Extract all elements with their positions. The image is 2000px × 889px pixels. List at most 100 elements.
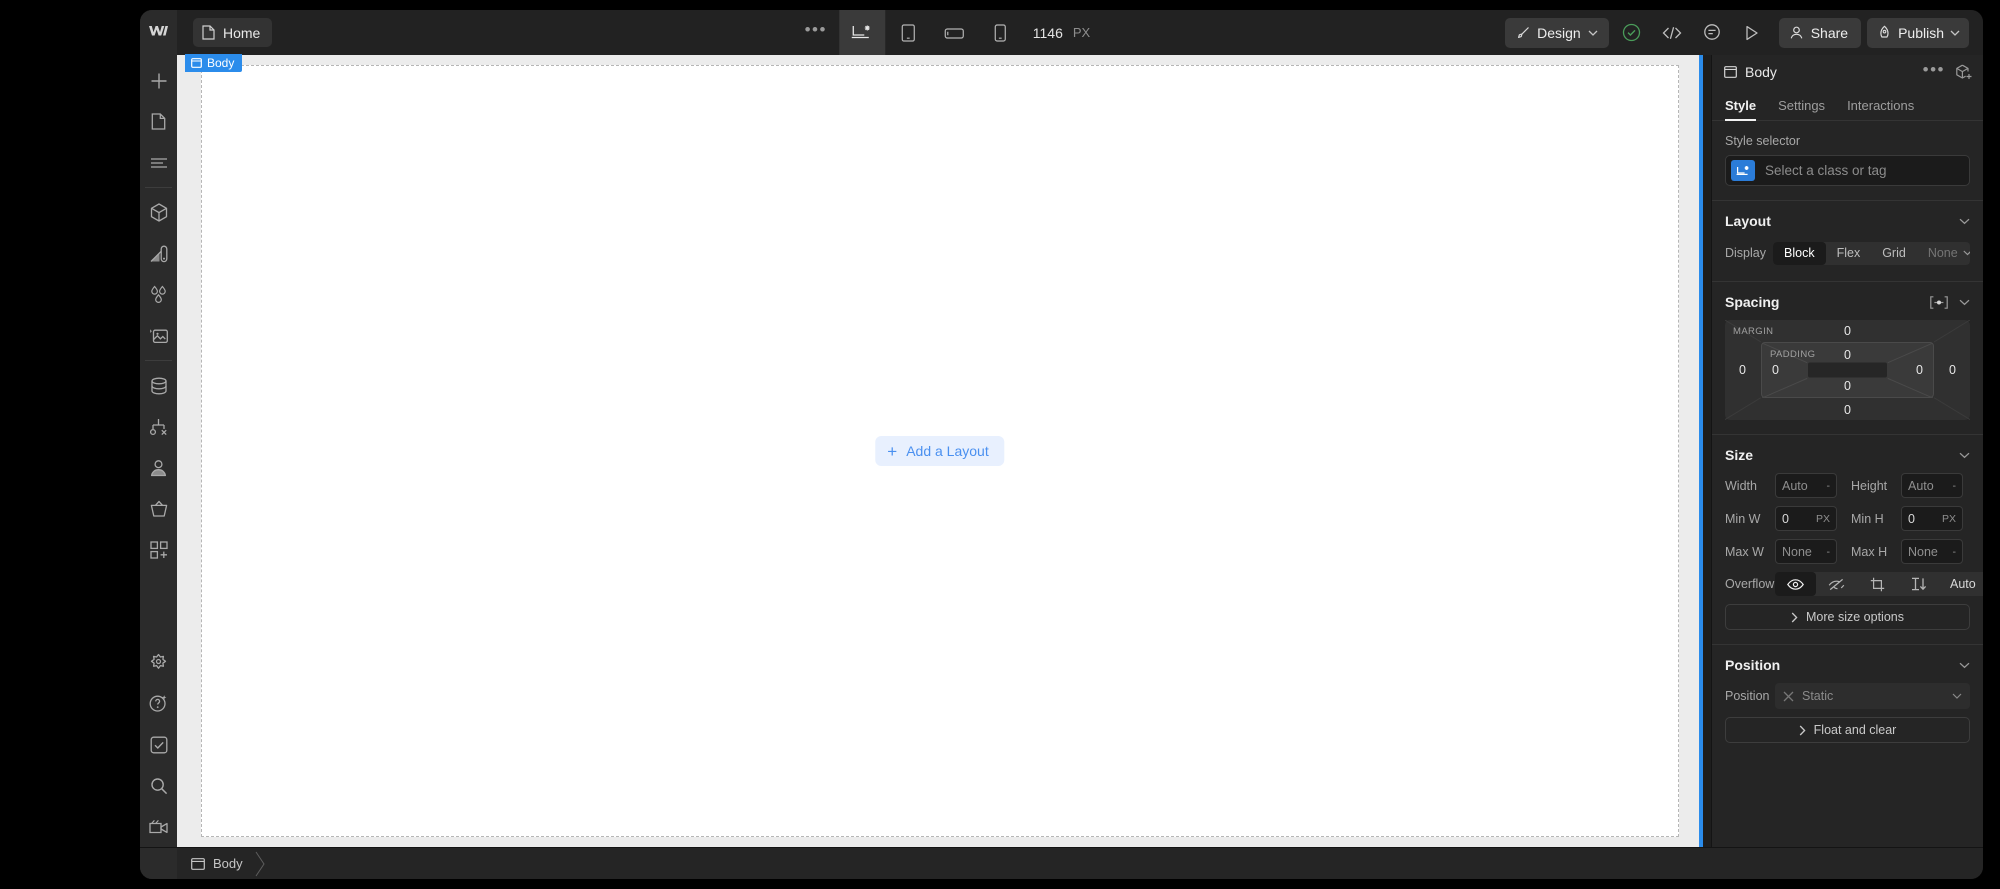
create-component-icon[interactable]: [1955, 64, 1972, 81]
chevron-down-icon[interactable]: [1959, 218, 1970, 225]
padding-widget[interactable]: PADDING 0 0 0 0: [1761, 342, 1934, 399]
rail-divider: [145, 187, 172, 188]
chevron-down-icon[interactable]: [1963, 250, 1970, 256]
top-toolbar: Home ••• 1146 PX Design Share Publish: [140, 10, 1983, 55]
sidebar-item-logic[interactable]: [140, 406, 177, 447]
overflow-auto-option[interactable]: Auto: [1939, 577, 1983, 591]
more-options-button[interactable]: •••: [793, 10, 839, 55]
breakpoint-mobile-landscape[interactable]: [931, 10, 977, 55]
selected-element-label: Body: [207, 56, 235, 70]
style-selector-label: Style selector: [1725, 134, 1801, 148]
spacing-mode-icon[interactable]: [1930, 295, 1948, 309]
chevron-down-icon[interactable]: [1959, 662, 1970, 669]
publish-label: Publish: [1898, 24, 1944, 41]
code-export-icon[interactable]: [1655, 18, 1689, 48]
sidebar-item-add-elements[interactable]: [140, 60, 177, 101]
breadcrumb[interactable]: Body: [177, 848, 276, 880]
chevron-right-icon: [1799, 725, 1806, 736]
sidebar-item-assets[interactable]: [140, 315, 177, 356]
viewport-unit-label: PX: [1072, 25, 1091, 40]
min-width-input[interactable]: 0 PX: [1775, 506, 1837, 531]
current-page-chip[interactable]: Home: [193, 18, 273, 47]
display-segmented-control: Block Flex Grid None: [1773, 241, 1970, 265]
left-toolbar: [140, 55, 177, 847]
comments-icon[interactable]: [1695, 18, 1729, 48]
max-height-input[interactable]: None -: [1901, 539, 1963, 564]
breakpoint-desktop[interactable]: [838, 10, 885, 55]
height-value: Auto: [1908, 478, 1934, 493]
margin-right-value[interactable]: 0: [1949, 363, 1956, 377]
sidebar-item-ai-help[interactable]: [140, 683, 177, 724]
height-input[interactable]: Auto -: [1901, 473, 1963, 498]
sidebar-item-pages[interactable]: [140, 101, 177, 142]
min-height-label: Min H: [1851, 511, 1884, 526]
sidebar-item-settings[interactable]: [140, 642, 177, 683]
canvas-stage[interactable]: Body + Add a Layout: [177, 54, 1703, 847]
scroll-down-icon[interactable]: [1898, 572, 1939, 596]
tab-settings[interactable]: Settings: [1778, 98, 1825, 120]
margin-top-value[interactable]: 0: [1844, 324, 1851, 338]
display-option-none[interactable]: None: [1917, 242, 1963, 265]
breakpoint-tablet[interactable]: [885, 10, 931, 55]
float-and-clear-button[interactable]: Float and clear: [1725, 717, 1970, 743]
spacing-widget[interactable]: MARGIN 0 0 0 0 PADDING 0 0 0 0: [1725, 320, 1970, 420]
eye-icon[interactable]: [1775, 572, 1816, 596]
sidebar-item-apps[interactable]: [140, 529, 177, 570]
publish-button[interactable]: Publish: [1867, 17, 1969, 48]
breakpoint-mobile-portrait[interactable]: [977, 10, 1023, 55]
page-chip-label: Home: [223, 24, 261, 41]
close-x-icon[interactable]: [1783, 691, 1794, 702]
sidebar-item-navigator[interactable]: [140, 142, 177, 183]
max-height-unit: -: [1952, 545, 1957, 558]
eye-off-icon[interactable]: [1816, 572, 1857, 596]
padding-top-value[interactable]: 0: [1844, 348, 1851, 362]
crop-scroll-icon[interactable]: [1857, 572, 1898, 596]
panel-more-button[interactable]: •••: [1923, 61, 1945, 84]
padding-bottom-value[interactable]: 0: [1844, 379, 1851, 393]
margin-left-value[interactable]: 0: [1739, 363, 1746, 377]
more-size-options-button[interactable]: More size options: [1725, 604, 1970, 630]
sidebar-item-variables[interactable]: [140, 274, 177, 315]
style-selector-input[interactable]: Select a class or tag: [1725, 155, 1970, 186]
preview-play-icon[interactable]: [1735, 18, 1769, 48]
max-width-input[interactable]: None -: [1775, 539, 1837, 564]
min-width-unit: PX: [1815, 512, 1830, 525]
selected-element-badge[interactable]: Body: [185, 54, 243, 72]
margin-bottom-value[interactable]: 0: [1844, 403, 1851, 417]
min-size-row: Min W 0 PX Min H 0 PX: [1725, 506, 1970, 531]
width-input[interactable]: Auto -: [1775, 473, 1837, 498]
tab-style[interactable]: Style: [1725, 98, 1757, 121]
chevron-down-icon[interactable]: [1959, 299, 1970, 306]
webflow-logo-icon[interactable]: [140, 10, 177, 55]
min-height-input[interactable]: 0 PX: [1901, 506, 1963, 531]
sidebar-item-users[interactable]: [140, 447, 177, 488]
sidebar-item-audit[interactable]: [140, 724, 177, 765]
float-and-clear-label: Float and clear: [1813, 723, 1897, 737]
webflow-designer-window: Home ••• 1146 PX Design Share Publish Bo…: [140, 10, 1983, 879]
audit-check-icon[interactable]: [1615, 18, 1649, 48]
padding-left-value[interactable]: 0: [1772, 363, 1779, 377]
display-option-block[interactable]: Block: [1773, 241, 1826, 265]
display-option-grid[interactable]: Grid: [1871, 242, 1917, 265]
sidebar-item-ecommerce[interactable]: [140, 488, 177, 529]
padding-right-value[interactable]: 0: [1916, 363, 1923, 377]
viewport-width-value[interactable]: 1146: [1033, 25, 1063, 41]
body-element-frame[interactable]: + Add a Layout: [201, 65, 1679, 837]
chevron-down-icon[interactable]: [1959, 452, 1970, 459]
display-option-flex[interactable]: Flex: [1826, 242, 1872, 265]
sidebar-item-search[interactable]: [140, 765, 177, 806]
overflow-label: Overflow: [1725, 577, 1775, 591]
sidebar-item-cms[interactable]: [140, 365, 177, 406]
add-layout-button[interactable]: + Add a Layout: [875, 436, 1005, 466]
display-row: Display Block Flex Grid None: [1725, 239, 1970, 267]
position-select[interactable]: Static: [1775, 683, 1970, 709]
padding-label: PADDING: [1770, 349, 1816, 360]
sidebar-item-components[interactable]: [140, 192, 177, 233]
style-panel: Body ••• Style Settings Interactions Sty…: [1711, 55, 1983, 847]
sidebar-item-style-manager[interactable]: [140, 233, 177, 274]
share-button[interactable]: Share: [1778, 17, 1862, 48]
design-mode-button[interactable]: Design: [1505, 17, 1609, 48]
overflow-dots: •••: [804, 20, 827, 39]
tab-interactions[interactable]: Interactions: [1847, 98, 1914, 120]
sidebar-item-video[interactable]: [140, 806, 177, 847]
